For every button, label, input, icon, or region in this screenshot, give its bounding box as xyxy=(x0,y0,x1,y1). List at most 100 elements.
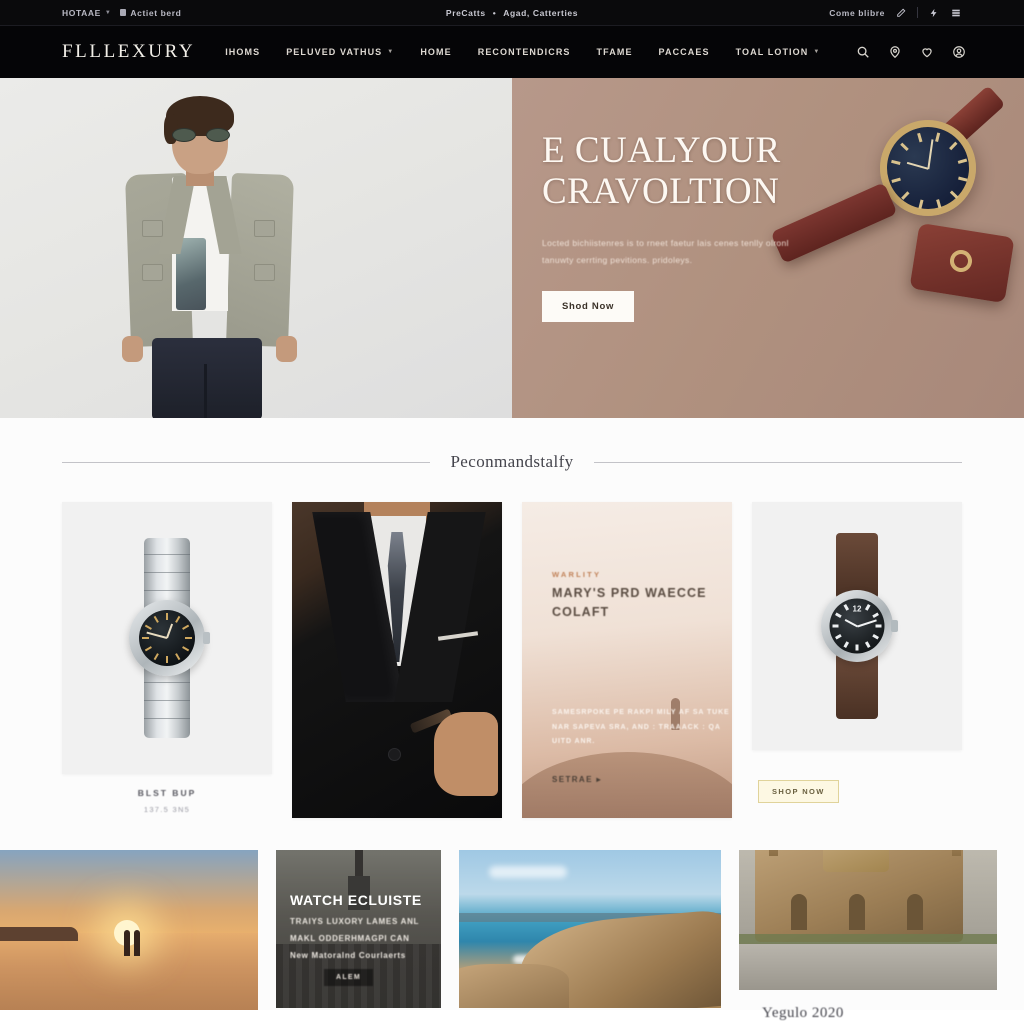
watch-dial: 12 xyxy=(829,598,885,654)
heading-rule-right xyxy=(593,461,962,463)
poster-cta-link[interactable]: SETRAE ▸ xyxy=(552,775,602,784)
promo-body: TRAIYS LUXORY LAMES ANL MAKL ODDERHMAGPI… xyxy=(290,917,419,960)
hero-banner: E CUALYOUR CRAVOLTION Locted bichiistenr… xyxy=(0,78,1024,418)
archway xyxy=(791,894,807,930)
utility-center-first[interactable]: PreCatts xyxy=(446,8,486,18)
hero-shop-now-button[interactable]: Shod Now xyxy=(542,290,635,322)
leather-watch-graphic: 12 xyxy=(821,533,898,719)
hero-title-line-2: CRAVOLTION xyxy=(542,171,780,213)
cliff-shape-secondary xyxy=(459,964,569,1008)
strip-item-sunset-beach[interactable] xyxy=(0,850,258,1010)
product-card-steel-watch[interactable]: BLST BUP 137.5 3N5 xyxy=(62,502,272,814)
utility-bar: HOTAAE ▼ Actiet berd PreCatts • Agad, Ca… xyxy=(0,0,1024,26)
promo-button[interactable]: ALEM xyxy=(324,969,374,986)
product-price: 137.5 3N5 xyxy=(143,805,191,814)
bottom-image-strip: WATCH ECLUISTE TRAIYS LUXORY LAMES ANL M… xyxy=(0,818,1024,1010)
product-image-suited-man xyxy=(292,502,502,818)
minute-hand xyxy=(856,618,877,627)
watch-crown xyxy=(891,620,898,632)
location-pin-icon[interactable] xyxy=(887,45,902,60)
sunglasses-icon xyxy=(172,128,230,143)
featured-section: Peconmandstalfy BLST BUP 137.5 3N5 WARLI… xyxy=(0,418,1024,1010)
utility-center-second[interactable]: Agad, Catterties xyxy=(503,8,578,18)
product-image-steel-watch xyxy=(62,502,272,774)
nav-item-peluved-vathus[interactable]: PELUVED VATHUS ▼ xyxy=(286,47,394,57)
nav-links: IHOMS PELUVED VATHUS ▼ HOME RECONTENDICR… xyxy=(225,47,820,57)
product-grid: BLST BUP 137.5 3N5 WARLITY MARY'S PRD WA… xyxy=(0,472,1024,818)
model-hand-left xyxy=(122,336,143,362)
nav-item-recontendicrs[interactable]: RECONTENDICRS xyxy=(478,47,571,57)
dome-shape xyxy=(823,850,889,872)
spire-shape xyxy=(769,850,778,856)
model-hand xyxy=(434,712,498,796)
product-card-suited-man[interactable] xyxy=(292,502,502,818)
poster-body: SAMESRPOKE PE RAKPI MILY AF SA TUKE NAR … xyxy=(552,708,730,746)
chevron-down-icon: ▼ xyxy=(104,9,112,16)
watch-crown xyxy=(203,632,210,644)
utility-divider xyxy=(917,7,918,18)
hero-copy: E CUALYOUR CRAVOLTION Locted bichiistenr… xyxy=(542,130,842,322)
strip-item-historic-building[interactable] xyxy=(739,850,997,990)
utility-item-actiet-berd[interactable]: Actiet berd xyxy=(120,8,181,18)
nav-item-paccaes[interactable]: PACCAES xyxy=(659,47,710,57)
product-caption: SHOP NOW xyxy=(752,750,962,803)
nav-icon-group xyxy=(855,45,966,60)
model-figure xyxy=(100,88,315,418)
jacket-pocket xyxy=(254,264,275,281)
dial-numeral-12: 12 xyxy=(852,604,862,614)
nav-item-ihoms[interactable]: IHOMS xyxy=(225,47,260,57)
spire-shape xyxy=(952,850,961,856)
section-heading: Peconmandstalfy xyxy=(0,452,1024,472)
utility-item-actiet-berd-label: Actiet berd xyxy=(130,7,182,18)
model-jeans xyxy=(152,338,262,418)
hero-model-image xyxy=(0,78,512,418)
watch-case: 12 xyxy=(821,590,898,662)
product-card-leather-watch[interactable]: 12 SHOP NOW xyxy=(752,502,962,803)
nav-item-home[interactable]: HOME xyxy=(420,47,451,57)
archway xyxy=(907,894,923,930)
utility-bar-center: PreCatts • Agad, Catterties xyxy=(446,8,578,18)
nav-item-tfame[interactable]: TFAME xyxy=(597,47,633,57)
book-icon xyxy=(120,9,127,16)
person-silhouette xyxy=(124,929,130,956)
product-card-desert-poster[interactable]: WARLITY MARY'S PRD WAECCE COLAFT SAMESRP… xyxy=(522,502,732,818)
product-caption: BLST BUP 137.5 3N5 xyxy=(62,774,272,814)
lightning-icon[interactable] xyxy=(928,7,940,19)
poster-eyebrow: WARLITY xyxy=(552,570,602,579)
product-title: BLST BUP xyxy=(137,788,197,798)
nav-item-peluved-vathus-label: PELUVED VATHUS xyxy=(286,47,383,57)
hour-hand xyxy=(844,618,858,627)
account-icon[interactable] xyxy=(951,45,966,60)
steel-watch-graphic xyxy=(129,538,210,738)
chevron-down-icon: ▼ xyxy=(813,49,821,55)
utility-center-separator: • xyxy=(492,7,497,18)
utility-right-label[interactable]: Come blibre xyxy=(829,8,885,18)
pencil-icon[interactable] xyxy=(895,7,907,19)
nav-item-toal-lotion[interactable]: TOAL LOTION ▼ xyxy=(736,47,821,57)
jacket-pocket xyxy=(142,220,163,237)
nav-item-ihoms-label: IHOMS xyxy=(225,47,261,57)
strip-item-coastal-cliff[interactable] xyxy=(459,850,721,1008)
strip-item-city-promo[interactable]: WATCH ECLUISTE TRAIYS LUXORY LAMES ANL M… xyxy=(276,850,441,1008)
hero-title: E CUALYOUR CRAVOLTION xyxy=(542,130,842,213)
heart-icon[interactable] xyxy=(919,45,934,60)
suit-graphic xyxy=(292,502,502,818)
promo-title: WATCH ECLUISTE xyxy=(290,892,422,908)
nav-item-tfame-label: TFAME xyxy=(596,47,633,57)
watch-case xyxy=(129,600,210,676)
minute-hand xyxy=(146,631,168,639)
utility-item-hotaae[interactable]: HOTAAE ▼ xyxy=(62,8,111,18)
main-navigation: FLLLEXURY IHOMS PELUVED VATHUS ▼ HOME RE… xyxy=(0,26,1024,78)
grid-icon[interactable] xyxy=(950,7,962,19)
footer-note: Yegulo 2020 xyxy=(762,1005,844,1021)
model-hand-right xyxy=(276,336,297,362)
nav-item-paccaes-label: PACCAES xyxy=(658,47,710,57)
search-icon[interactable] xyxy=(855,45,870,60)
heading-rule-left xyxy=(62,461,431,463)
shop-now-button[interactable]: SHOP NOW xyxy=(758,780,839,803)
rock-shape xyxy=(0,926,78,941)
poster-background xyxy=(522,502,732,818)
brand-logo[interactable]: FLLLEXURY xyxy=(62,41,195,63)
utility-item-hotaae-label: HOTAAE xyxy=(62,7,101,18)
jacket-right xyxy=(226,172,294,348)
